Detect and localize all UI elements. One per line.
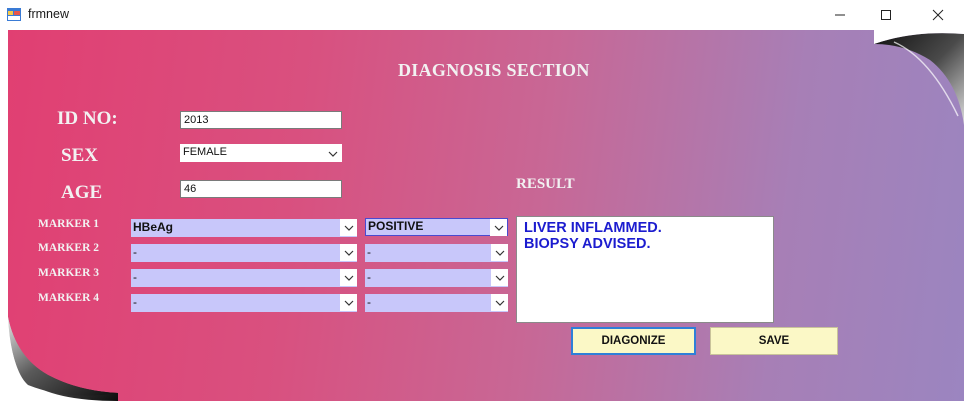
marker-2-label: MARKER 2 (38, 242, 100, 254)
marker-2-value: - (133, 245, 137, 259)
result-line-2: BIOPSY ADVISED. (524, 236, 651, 252)
save-button[interactable]: SAVE (710, 327, 838, 355)
marker-3-value: - (133, 270, 137, 284)
marker-2-select[interactable]: - (131, 244, 357, 262)
marker-1-value: HBeAg (133, 220, 174, 234)
marker-4-result-value: - (367, 295, 371, 309)
chevron-down-icon (340, 269, 357, 286)
marker-4-result-select[interactable]: - (365, 294, 508, 312)
marker-1-label: MARKER 1 (38, 218, 100, 230)
diagnose-button[interactable]: DIAGONIZE (571, 327, 696, 355)
sex-label: SEX (61, 145, 98, 166)
page-curl-top-right (874, 30, 964, 125)
chevron-down-icon (340, 244, 357, 261)
result-label: RESULT (516, 176, 575, 192)
marker-4-label: MARKER 4 (38, 292, 100, 304)
result-line-1: LIVER INFLAMMED. (524, 220, 662, 236)
chevron-down-icon (491, 244, 508, 261)
marker-3-label: MARKER 3 (38, 267, 100, 279)
title-bar: frmnew (0, 0, 973, 30)
marker-4-select[interactable]: - (131, 294, 357, 312)
page-curl-bottom-left (8, 317, 118, 401)
sex-value: FEMALE (183, 146, 228, 158)
marker-2-result-value: - (367, 245, 371, 259)
chevron-down-icon (324, 145, 341, 162)
maximize-icon (881, 10, 891, 20)
minimize-icon (835, 14, 845, 16)
marker-3-result-value: - (367, 270, 371, 284)
chevron-down-icon (491, 294, 508, 311)
window-title: frmnew (28, 7, 69, 21)
app-form-icon (7, 8, 21, 21)
close-icon (932, 9, 944, 21)
chevron-down-icon (340, 294, 357, 311)
sex-select[interactable]: FEMALE (180, 144, 342, 162)
marker-1-select[interactable]: HBeAg (131, 219, 357, 237)
marker-1-result-select[interactable]: POSITIVE (365, 218, 508, 236)
id-input[interactable]: 2013 (180, 111, 342, 129)
marker-3-select[interactable]: - (131, 269, 357, 287)
marker-4-value: - (133, 295, 137, 309)
minimize-button[interactable] (817, 0, 863, 30)
result-textbox[interactable]: LIVER INFLAMMED. BIOPSY ADVISED. (516, 216, 774, 323)
id-label: ID NO: (57, 108, 118, 129)
chevron-down-icon (490, 219, 507, 236)
age-input[interactable]: 46 (180, 180, 342, 198)
chevron-down-icon (340, 219, 357, 236)
page-title: DIAGNOSIS SECTION (398, 60, 590, 80)
marker-1-result-value: POSITIVE (368, 219, 424, 233)
age-label: AGE (61, 182, 103, 203)
close-button[interactable] (915, 0, 961, 30)
marker-2-result-select[interactable]: - (365, 244, 508, 262)
marker-3-result-select[interactable]: - (365, 269, 508, 287)
form-body: DIAGNOSIS SECTION ID NO: 2013 SEX FEMALE… (8, 30, 964, 401)
maximize-button[interactable] (863, 0, 909, 30)
chevron-down-icon (491, 269, 508, 286)
